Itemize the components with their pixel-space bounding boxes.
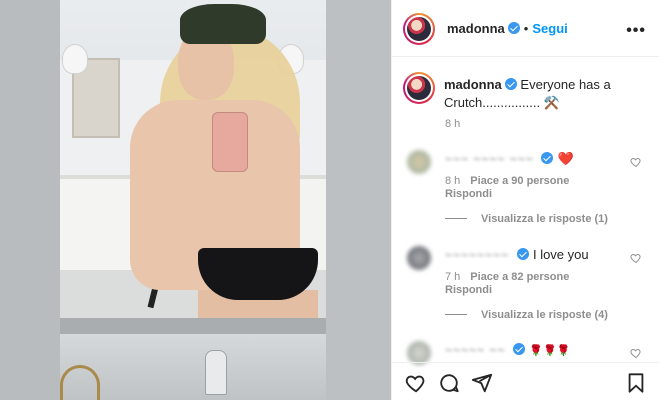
photo-faucet — [205, 350, 227, 395]
commenter-avatar[interactable] — [407, 150, 431, 174]
post-header: madonna • Segui ••• — [392, 0, 659, 57]
verified-badge-icon — [504, 78, 517, 90]
comment-meta: 8 h Piace a 90 persone — [445, 175, 569, 187]
comment-time[interactable]: 7 h — [445, 271, 460, 283]
view-replies-button[interactable]: Visualizza le risposte (4) — [445, 309, 608, 321]
photo-chandelier-left — [62, 44, 88, 74]
post-side-panel: madonna • Segui ••• madonna Everyone has a… — [391, 0, 659, 400]
comment-time[interactable]: 8 h — [445, 175, 460, 187]
heart-outline-icon[interactable] — [630, 252, 642, 264]
follow-button[interactable]: Segui — [532, 21, 567, 36]
post-caption: madonna Everyone has a Crutch...........… — [444, 76, 649, 112]
photo-phone — [212, 112, 248, 172]
separator-dot: • — [523, 21, 529, 36]
comment-icon[interactable] — [438, 372, 460, 394]
comment-likes[interactable]: Piace a 90 persone — [470, 175, 569, 187]
commenter-username[interactable]: ~~~~~~~~ — [445, 248, 509, 262]
author-username[interactable]: madonna — [447, 21, 505, 36]
comment-line: ~~~~~~~~ I love you — [445, 246, 589, 264]
photo-figure-hat — [180, 4, 266, 44]
share-icon[interactable] — [471, 372, 493, 394]
caption-username[interactable]: madonna — [444, 77, 502, 92]
comment-text: I love you — [532, 247, 589, 262]
reply-button[interactable]: Rispondi — [445, 284, 492, 296]
commenter-username[interactable]: ~~~~~ ~~ — [445, 343, 505, 357]
image-background-left — [0, 0, 60, 400]
comment-line: ~~~~~ ~~ 🌹🌹🌹 — [445, 341, 570, 359]
comment-line: ~~~ ~~~~ ~~~ ❤️ — [445, 150, 574, 168]
commenter-avatar[interactable] — [407, 246, 431, 270]
heart-outline-icon[interactable] — [630, 156, 642, 168]
verified-badge-icon — [507, 22, 520, 34]
author-avatar[interactable] — [403, 13, 435, 45]
caption-author-avatar[interactable] — [403, 72, 435, 104]
view-replies-label[interactable]: Visualizza le risposte (4) — [481, 309, 608, 321]
photo-faucet-left — [60, 365, 100, 400]
reply-button[interactable]: Rispondi — [445, 188, 492, 200]
comment-likes[interactable]: Piace a 82 persone — [470, 271, 569, 283]
comment-text: ❤️ — [557, 151, 574, 166]
header-user-line: madonna • Segui — [447, 20, 568, 38]
more-options-icon[interactable]: ••• — [626, 22, 646, 40]
verified-badge-icon — [516, 248, 529, 260]
heart-outline-icon[interactable] — [630, 347, 642, 359]
comment-text: 🌹🌹🌹 — [529, 345, 571, 357]
post-image-area[interactable] — [0, 0, 391, 400]
heart-icon[interactable] — [405, 372, 427, 394]
view-replies-label[interactable]: Visualizza le risposte (1) — [481, 213, 608, 225]
photo-figure-briefs — [198, 248, 318, 300]
replies-divider — [445, 314, 467, 315]
image-background-right — [326, 0, 391, 400]
bookmark-icon[interactable] — [625, 372, 647, 394]
commenter-username[interactable]: ~~~ ~~~~ ~~~ — [445, 152, 534, 166]
photo-counter — [60, 318, 326, 334]
caption-timestamp[interactable]: 8 h — [445, 118, 460, 130]
view-replies-button[interactable]: Visualizza le risposte (1) — [445, 213, 608, 225]
post-action-bar — [392, 362, 659, 400]
comment-meta: 7 h Piace a 82 persone — [445, 271, 569, 283]
verified-badge-icon — [541, 152, 554, 164]
replies-divider — [445, 218, 467, 219]
verified-badge-icon — [512, 343, 525, 355]
post-photo[interactable] — [60, 0, 326, 400]
